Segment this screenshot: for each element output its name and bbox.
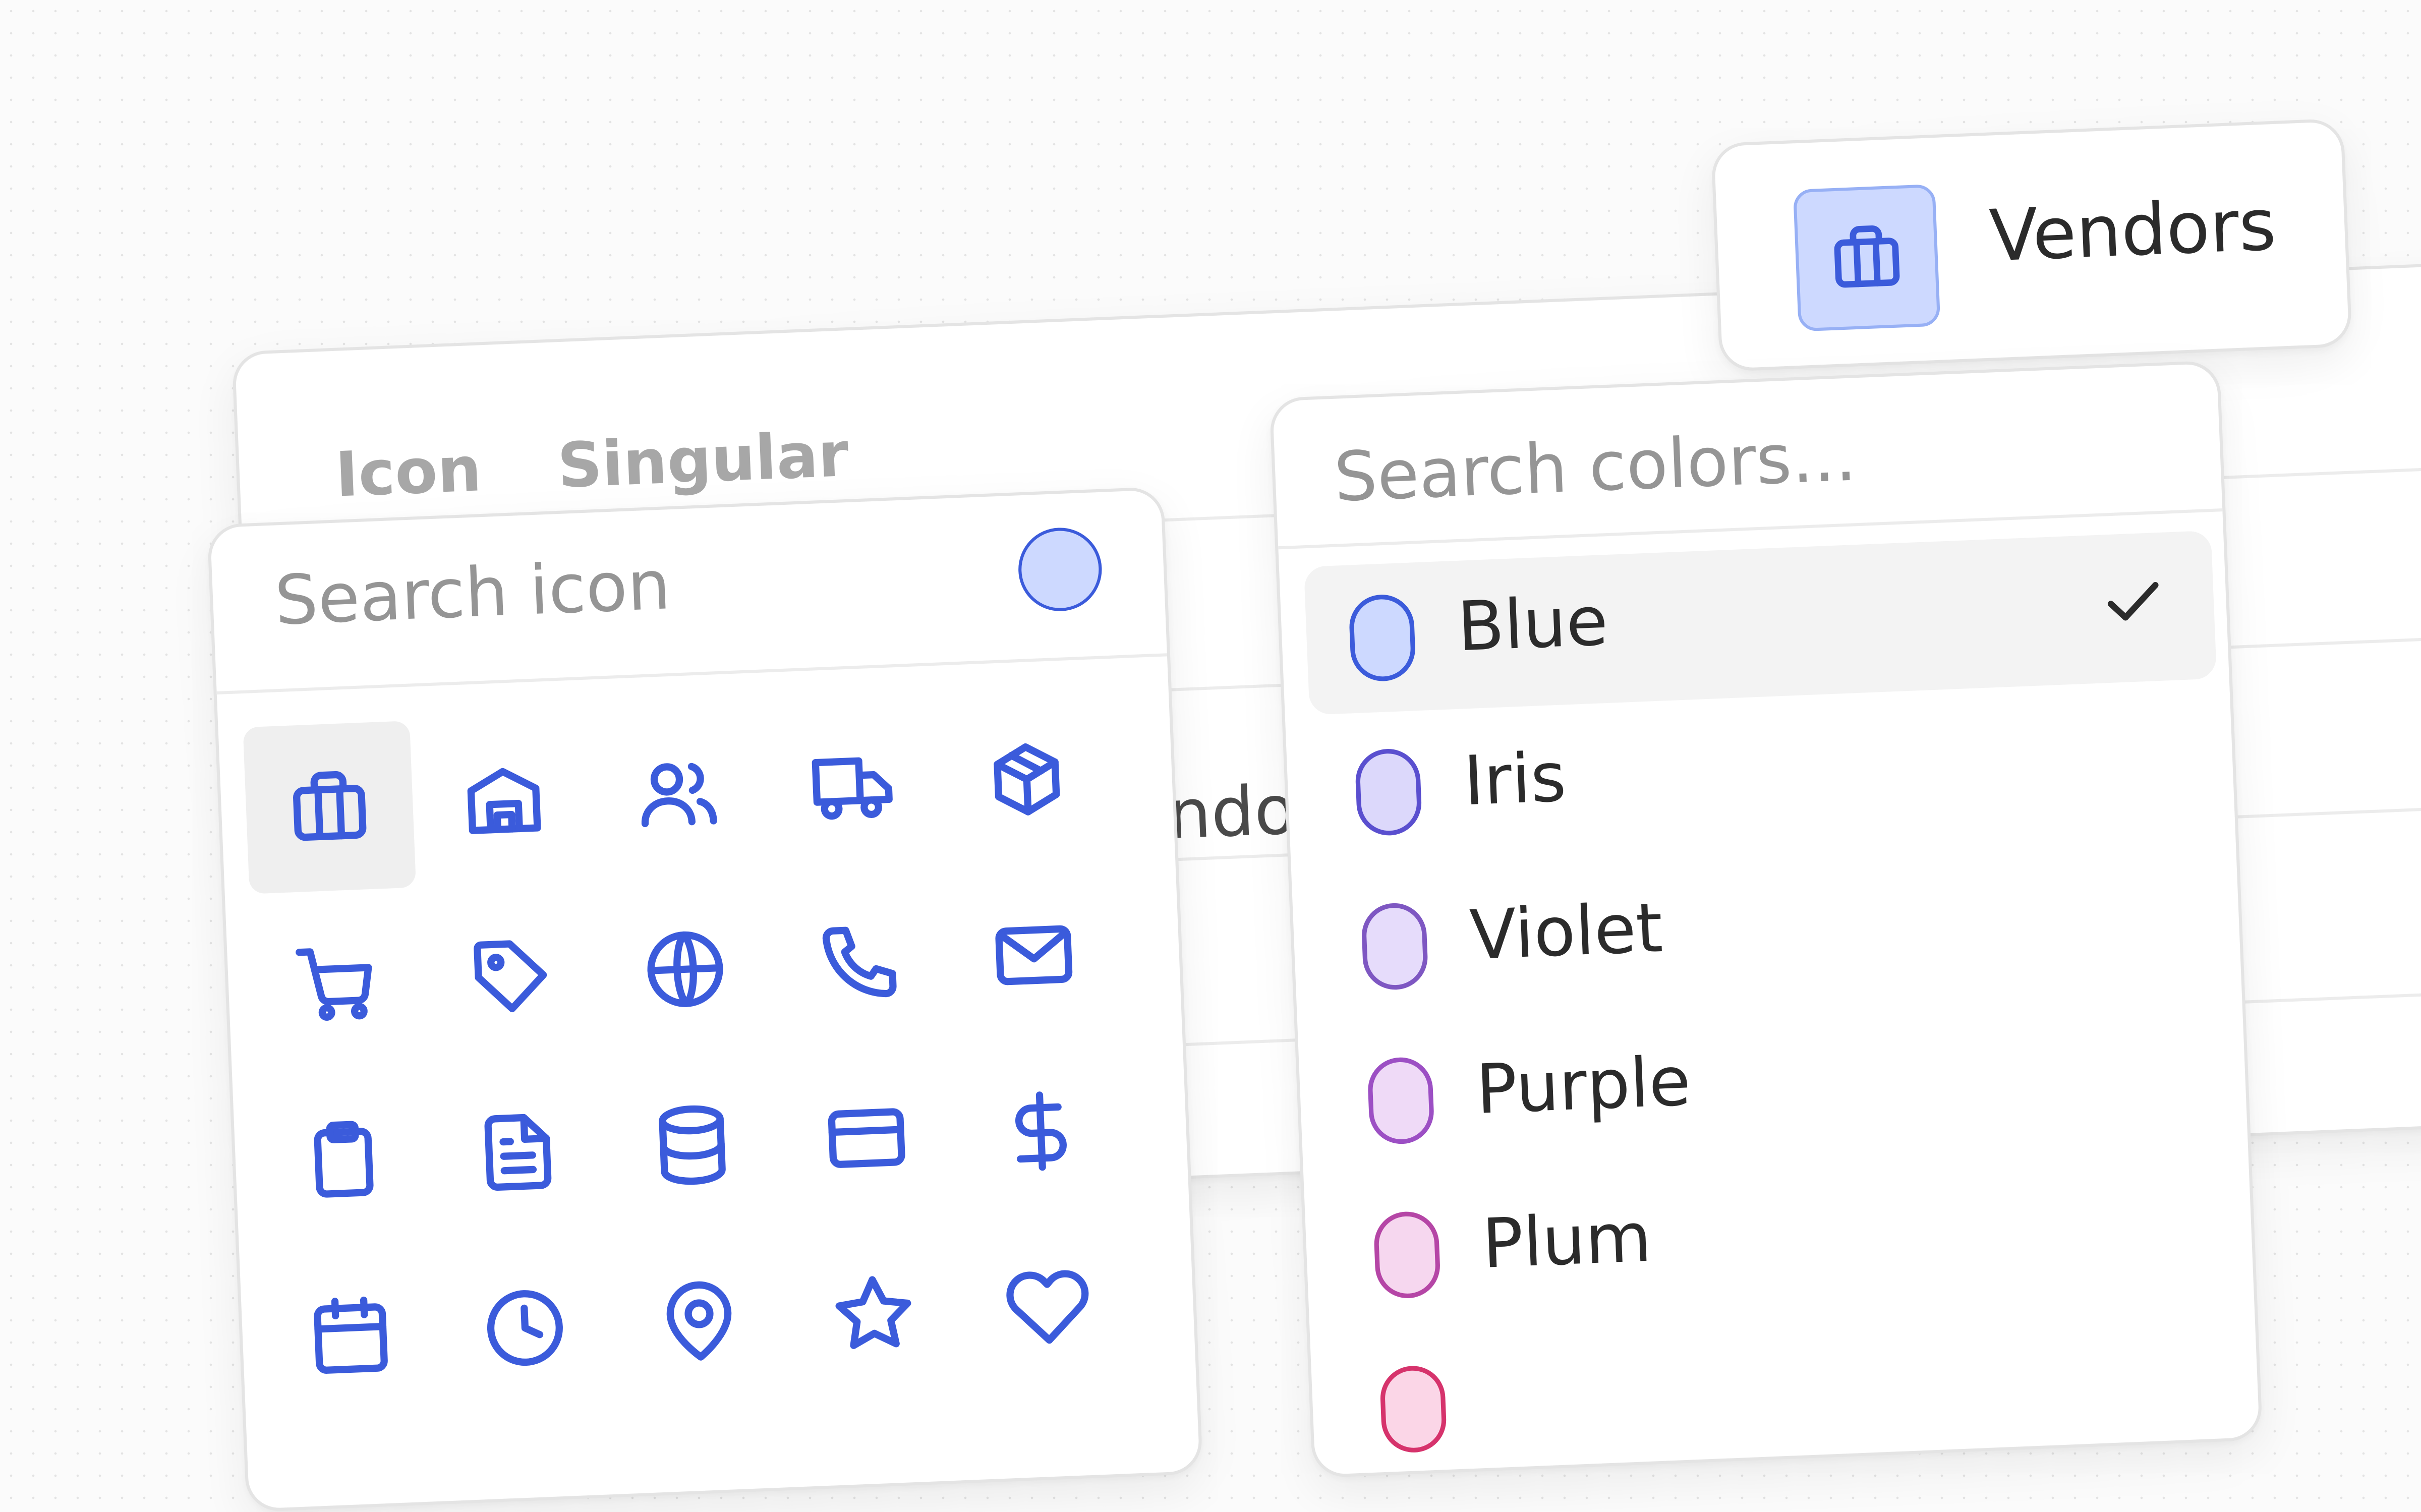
icon-picker-dropdown: Search icon — [207, 486, 1203, 1512]
icon-option-warehouse[interactable] — [417, 714, 591, 887]
globe-icon — [647, 931, 723, 1007]
icon-search-input[interactable]: Search icon — [273, 547, 672, 641]
color-search-input[interactable]: Search colors... — [1333, 418, 1858, 518]
icon-option-map-pin[interactable] — [613, 1234, 786, 1408]
icon-option-dollar[interactable] — [954, 1044, 1128, 1218]
color-option-purple[interactable]: Purple — [1322, 993, 2235, 1178]
icon-option-database[interactable] — [606, 1059, 779, 1232]
color-swatch — [1348, 593, 1417, 683]
icon-option-phone[interactable] — [773, 876, 946, 1049]
color-swatch — [1373, 1210, 1442, 1300]
icon-option-shopping-cart[interactable] — [250, 897, 423, 1070]
check-icon — [2107, 581, 2159, 621]
color-option-iris[interactable]: Iris — [1310, 685, 2223, 869]
color-label: Blue — [1456, 583, 1609, 668]
file-text-icon — [484, 1114, 552, 1191]
color-label: Plum — [1480, 1199, 1653, 1285]
column-header-icon[interactable]: Icon — [334, 435, 483, 511]
color-option-violet[interactable]: Violet — [1316, 839, 2229, 1024]
database-icon — [659, 1105, 726, 1185]
color-swatch — [1379, 1364, 1448, 1454]
color-label: Purple — [1474, 1042, 1693, 1130]
phone-icon — [822, 926, 897, 998]
icon-option-file-text[interactable] — [431, 1066, 605, 1239]
table-cell-singular[interactable]: ndo — [1167, 771, 1297, 855]
color-swatch-button[interactable] — [1016, 526, 1104, 613]
mail-icon — [995, 925, 1073, 985]
icon-option-briefcase[interactable] — [243, 721, 417, 894]
icon-option-truck[interactable] — [766, 700, 939, 873]
icon-option-tag[interactable] — [424, 890, 598, 1063]
briefcase-icon — [1834, 225, 1900, 288]
users-icon — [641, 763, 717, 828]
icon-option-users[interactable] — [592, 707, 765, 880]
column-header-singular[interactable]: Singular — [556, 420, 850, 503]
color-option-plum[interactable]: Plum — [1329, 1147, 2241, 1332]
truck-icon — [812, 757, 893, 820]
object-name-label[interactable]: Vendors — [1988, 183, 2277, 277]
color-label: Violet — [1468, 889, 1664, 976]
tag-icon — [474, 940, 547, 1013]
package-icon — [994, 743, 1060, 816]
dollar-icon — [1015, 1091, 1067, 1171]
map-pin-icon — [666, 1281, 732, 1361]
icon-option-credit-card[interactable] — [780, 1052, 953, 1225]
icon-option-globe[interactable] — [599, 883, 772, 1056]
credit-card-icon — [828, 1108, 905, 1168]
icon-option-clock[interactable] — [438, 1241, 612, 1415]
warehouse-icon — [467, 768, 541, 834]
color-swatch — [1360, 902, 1429, 991]
star-icon — [835, 1276, 911, 1349]
color-swatch — [1354, 747, 1423, 837]
calendar-icon — [314, 1296, 388, 1374]
icon-search-bar[interactable]: Search icon — [210, 490, 1168, 695]
color-picker-dropdown: Search colors... Blue Iris Violet Purple Plu… — [1269, 360, 2263, 1478]
color-option-blue[interactable]: Blue — [1303, 530, 2217, 715]
clock-icon — [487, 1290, 563, 1366]
icon-grid — [243, 691, 1137, 1374]
icon-option-calendar[interactable] — [264, 1248, 437, 1422]
icon-option-star[interactable] — [787, 1228, 960, 1401]
clipboard-icon — [314, 1121, 374, 1198]
heart-icon — [1006, 1270, 1089, 1344]
icon-option-clipboard[interactable] — [257, 1072, 430, 1246]
color-swatch — [1366, 1056, 1435, 1145]
icon-option-package[interactable] — [940, 693, 1114, 866]
color-label: Iris — [1462, 738, 1568, 822]
color-option-partial[interactable] — [1335, 1302, 2247, 1486]
object-name-chip[interactable]: Vendors — [1710, 118, 2353, 372]
briefcase-icon — [293, 771, 367, 841]
object-icon-button[interactable] — [1793, 184, 1941, 332]
shopping-cart-icon — [296, 948, 372, 1021]
icon-option-heart[interactable] — [961, 1220, 1135, 1394]
icon-option-mail[interactable] — [947, 868, 1121, 1042]
